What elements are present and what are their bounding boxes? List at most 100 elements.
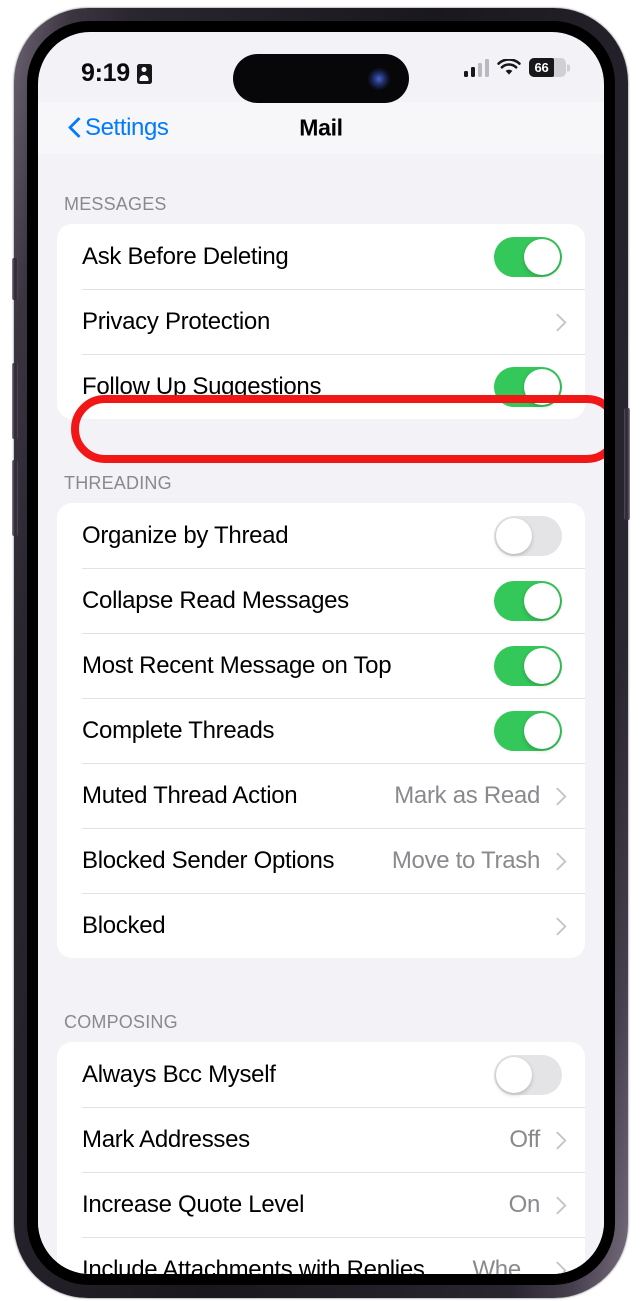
row-label: Include Attachments with Replies — [82, 1255, 425, 1275]
row-value: Mark as Read — [394, 781, 540, 809]
status-time-group: 9:19 — [81, 59, 152, 88]
row-follow-up-suggestions[interactable]: Follow Up Suggestions — [57, 354, 585, 419]
toggle-most-recent-message-on-top[interactable] — [494, 645, 562, 686]
row-accessory — [494, 1054, 562, 1095]
row-label: Increase Quote Level — [82, 1190, 305, 1218]
cellular-signal-icon — [463, 58, 489, 77]
power-button[interactable] — [624, 408, 630, 520]
row-accessory: Move to Trash — [392, 847, 562, 875]
row-always-bcc-myself[interactable]: Always Bcc Myself — [57, 1042, 585, 1107]
toggle-follow-up-suggestions[interactable] — [494, 366, 562, 407]
row-value: Move to Trash — [391, 846, 540, 874]
row-value: Off — [509, 1125, 540, 1153]
battery-fill: 66 — [529, 58, 554, 77]
row-label: Most Recent Message on Top — [82, 651, 392, 679]
page-title: Mail — [299, 114, 343, 141]
location-badge-icon — [136, 63, 152, 84]
back-button-settings[interactable]: Settings — [68, 114, 169, 142]
row-label: Blocked — [82, 911, 166, 939]
dynamic-island[interactable] — [233, 54, 409, 103]
status-time: 9:19 — [81, 59, 130, 87]
row-include-attachments-with-replies[interactable]: Include Attachments with Replies Whe... — [57, 1237, 585, 1274]
phone-frame: 9:19 66 Settings Mail MESSAGES Ask Befor… — [12, 8, 630, 1298]
toggle-always-bcc-myself[interactable] — [494, 1054, 562, 1095]
row-accessory — [551, 312, 562, 331]
phone-bezel: 9:19 66 Settings Mail MESSAGES Ask Befor… — [27, 21, 615, 1285]
row-accessory — [494, 366, 562, 407]
row-increase-quote-level[interactable]: Increase Quote Level On — [57, 1172, 585, 1237]
row-accessory: Off — [509, 1126, 562, 1154]
section-header-messages: MESSAGES — [64, 194, 167, 214]
row-blocked-sender-options[interactable]: Blocked Sender Options Move to Trash — [57, 828, 585, 893]
chevron-right-icon — [551, 312, 562, 331]
settings-group-composing: Always Bcc Myself Mark Addresses Off Increa… — [57, 1042, 585, 1274]
row-mark-addresses[interactable]: Mark Addresses Off — [57, 1107, 585, 1172]
toggle-knob — [524, 582, 560, 619]
row-label: Follow Up Suggestions — [82, 372, 322, 400]
row-organize-by-thread[interactable]: Organize by Thread — [57, 503, 585, 568]
back-button-label: Settings — [85, 114, 169, 141]
toggle-knob — [524, 712, 560, 749]
row-muted-thread-action[interactable]: Muted Thread Action Mark as Read — [57, 763, 585, 828]
chevron-right-icon — [551, 851, 562, 870]
chevron-right-icon — [551, 786, 562, 805]
row-privacy-protection[interactable]: Privacy Protection — [57, 289, 585, 354]
row-accessory — [494, 645, 562, 686]
row-accessory: Whe... — [472, 1256, 562, 1275]
row-label: Blocked Sender Options — [82, 846, 335, 874]
row-value: Whe... — [472, 1255, 540, 1275]
toggle-organize-by-thread[interactable] — [494, 515, 562, 556]
row-most-recent-message-on-top[interactable]: Most Recent Message on Top — [57, 633, 585, 698]
row-label: Privacy Protection — [82, 307, 271, 335]
toggle-ask-before-deleting[interactable] — [494, 236, 562, 277]
action-button[interactable] — [12, 258, 18, 300]
row-accessory — [494, 580, 562, 621]
section-header-threading: THREADING — [64, 473, 172, 493]
row-value: On — [508, 1190, 541, 1218]
toggle-knob — [524, 647, 560, 684]
row-label: Muted Thread Action — [82, 781, 298, 809]
row-label: Ask Before Deleting — [82, 242, 289, 270]
row-ask-before-deleting[interactable]: Ask Before Deleting — [57, 224, 585, 289]
battery-icon: 66 — [529, 58, 570, 77]
toggle-knob — [496, 1056, 532, 1093]
row-label: Mark Addresses — [82, 1125, 250, 1153]
row-label: Collapse Read Messages — [82, 586, 349, 614]
front-camera-icon — [368, 67, 390, 90]
row-label: Always Bcc Myself — [82, 1060, 276, 1088]
toggle-collapse-read-messages[interactable] — [494, 580, 562, 621]
settings-list[interactable]: MESSAGES Ask Before Deleting Privacy Prote… — [38, 154, 604, 1274]
settings-group-threading: Organize by Thread Collapse Read Messages… — [57, 503, 585, 958]
section-header-composing: COMPOSING — [64, 1012, 178, 1032]
chevron-left-icon — [68, 117, 81, 139]
list-container: MESSAGES Ask Before Deleting Privacy Prote… — [38, 154, 604, 1274]
battery-level-text: 66 — [534, 60, 549, 75]
toggle-complete-threads[interactable] — [494, 710, 562, 751]
row-accessory — [551, 916, 562, 935]
chevron-right-icon — [551, 1195, 562, 1214]
row-accessory: On — [509, 1191, 562, 1219]
row-accessory: Mark as Read — [394, 782, 562, 810]
toggle-knob — [524, 368, 560, 405]
battery-tip — [567, 64, 570, 71]
row-blocked[interactable]: Blocked — [57, 893, 585, 958]
settings-group-messages: Ask Before Deleting Privacy Protection Fol… — [57, 224, 585, 419]
volume-up-button[interactable] — [12, 363, 18, 439]
row-label: Organize by Thread — [82, 521, 289, 549]
volume-down-button[interactable] — [12, 460, 18, 536]
toggle-knob — [524, 238, 560, 275]
row-collapse-read-messages[interactable]: Collapse Read Messages — [57, 568, 585, 633]
row-label: Complete Threads — [82, 716, 275, 744]
nav-bar: Settings Mail — [38, 102, 604, 154]
phone-screen: 9:19 66 Settings Mail MESSAGES Ask Befor… — [38, 32, 604, 1274]
row-complete-threads[interactable]: Complete Threads — [57, 698, 585, 763]
chevron-right-icon — [551, 1130, 562, 1149]
row-accessory — [494, 515, 562, 556]
status-indicators: 66 — [463, 57, 570, 77]
wifi-icon — [497, 57, 521, 77]
chevron-right-icon — [551, 916, 562, 935]
row-accessory — [494, 236, 562, 277]
